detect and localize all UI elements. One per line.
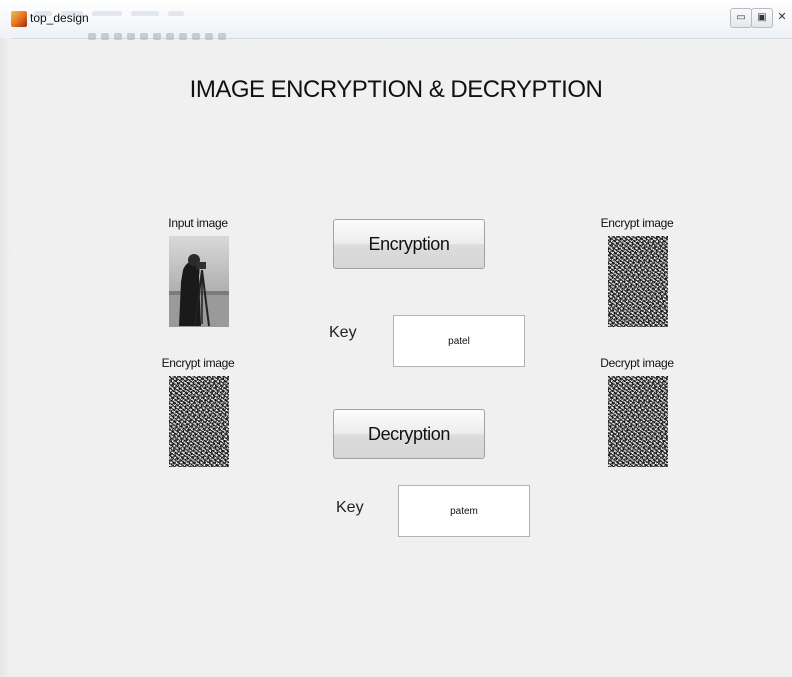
decryption-key-label: Key [336, 499, 364, 516]
right-encrypted-image [608, 236, 668, 327]
window-titlebar: top_design ▭ ▣ ✕ [0, 0, 792, 40]
encryption-key-input[interactable] [393, 315, 525, 367]
right-encrypt-image-label: Encrypt image [600, 216, 674, 230]
restore-button[interactable]: ▣ [751, 8, 773, 28]
left-encrypted-image [169, 376, 229, 467]
restore-icon: ▣ [757, 12, 767, 23]
encryption-key-label: Key [329, 324, 357, 341]
close-icon: ✕ [777, 10, 787, 23]
input-image [169, 236, 229, 327]
faded-toolbar [88, 27, 231, 40]
decrypt-image-label: Decrypt image [600, 356, 674, 370]
close-button[interactable]: ✕ [772, 8, 792, 26]
window-title: top_design [30, 11, 89, 25]
decryption-button[interactable]: Decryption [333, 409, 485, 459]
decryption-key-input[interactable] [398, 485, 530, 537]
encryption-button[interactable]: Encryption [333, 219, 485, 269]
left-encrypt-image-label: Encrypt image [161, 356, 235, 370]
page-title: IMAGE ENCRYPTION & DECRYPTION [189, 76, 603, 103]
minimize-icon: ▭ [736, 12, 746, 23]
minimize-button[interactable]: ▭ [730, 8, 752, 28]
decrypted-image [608, 376, 668, 467]
matlab-app-icon [11, 11, 27, 27]
left-edge-shadow [0, 38, 11, 677]
input-image-label: Input image [168, 216, 228, 230]
faded-menu-bar [34, 3, 204, 16]
